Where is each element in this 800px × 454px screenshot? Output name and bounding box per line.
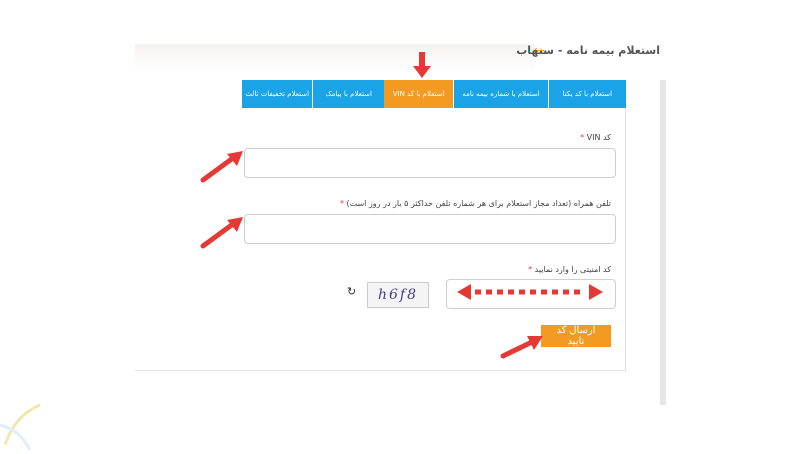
security-label-text: کد امنیتی را وارد نمایید <box>534 265 611 274</box>
phone-label-text: تلفن همراه (تعداد مجاز استعلام برای هر ش… <box>346 199 612 208</box>
phone-input[interactable] <box>244 214 616 244</box>
page-title: استعلام بیمه نامه - سنهاب <box>516 44 660 57</box>
corner-decoration <box>0 395 60 451</box>
required-mark: * <box>528 265 533 274</box>
tab-unique-code[interactable]: استعلام با کد یکتا <box>547 80 626 108</box>
tab-bar: استعلام با کد یکتا استعلام با شماره بیمه… <box>242 80 626 108</box>
captcha-image: h6f8 <box>367 282 429 308</box>
vin-input[interactable] <box>244 148 616 178</box>
submit-button[interactable]: ارسال کد تایید <box>541 325 611 347</box>
arrow-double-annotation <box>455 282 605 302</box>
required-mark: * <box>339 199 344 208</box>
header-shadow <box>135 44 535 74</box>
arrow-phone-annotation <box>200 214 245 250</box>
security-label: کد امنیتی را وارد نمایید * <box>528 265 611 274</box>
refresh-icon[interactable]: ↻ <box>347 285 356 298</box>
scrollbar-track[interactable] <box>660 80 666 405</box>
tab-policy-number[interactable]: استعلام با شماره بیمه نامه <box>453 80 548 108</box>
page: ← استعلام بیمه نامه - سنهاب استعلام با ک… <box>0 0 800 451</box>
arrow-submit-annotation <box>500 330 545 360</box>
phone-label: تلفن همراه (تعداد مجاز استعلام برای هر ش… <box>340 199 611 208</box>
arrow-down-annotation <box>412 50 432 80</box>
tab-sms[interactable]: استعلام با پیامک <box>312 80 384 108</box>
vin-label: کد VIN * <box>580 133 611 142</box>
tab-third-party-discounts[interactable]: استعلام تخفیفات ثالث <box>242 80 313 108</box>
required-mark: * <box>580 133 585 142</box>
tab-vin[interactable]: استعلام با کد VIN <box>383 80 454 108</box>
arrow-vin-annotation <box>200 148 245 184</box>
vin-label-text: کد VIN <box>586 133 611 142</box>
